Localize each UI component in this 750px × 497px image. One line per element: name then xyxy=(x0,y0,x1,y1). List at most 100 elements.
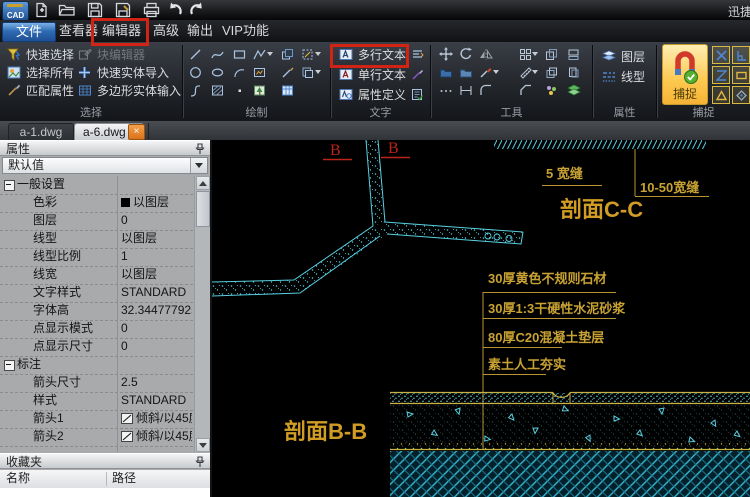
single-text-button[interactable]: 单行文本 xyxy=(337,66,406,83)
attribute-define-button[interactable]: 属性定义 xyxy=(337,86,406,103)
undo-icon[interactable] xyxy=(164,1,186,19)
dropdown-caret[interactable] xyxy=(532,52,538,56)
snap-perpendicular-icon[interactable] xyxy=(732,46,750,64)
block-editor-button[interactable]: 块编辑器 xyxy=(76,46,145,63)
property-scrollbar[interactable] xyxy=(194,176,210,452)
property-row[interactable]: 图层0 xyxy=(0,212,193,231)
layers-green-icon[interactable] xyxy=(565,82,582,98)
property-row[interactable]: 箭头1倾斜/以45度角 xyxy=(0,410,193,429)
snap-endpoint-icon[interactable] xyxy=(712,86,730,104)
image-insert-icon[interactable] xyxy=(251,82,268,98)
paste-block-icon[interactable] xyxy=(299,64,316,80)
point-marks-icon[interactable] xyxy=(437,82,454,98)
column-path[interactable]: 路径 xyxy=(112,470,136,487)
spell-check-icon[interactable] xyxy=(409,86,426,102)
text-align-icon[interactable] xyxy=(409,46,426,62)
hatch-tool-icon[interactable] xyxy=(209,82,226,98)
point-tool-icon[interactable] xyxy=(231,82,248,98)
tab-close-icon[interactable]: × xyxy=(128,124,145,140)
dropdown-caret[interactable] xyxy=(532,70,538,74)
circle-tool-icon[interactable] xyxy=(187,64,204,80)
block-insert-icon[interactable] xyxy=(279,46,296,62)
snap-node-icon[interactable] xyxy=(732,86,750,104)
layer-button[interactable]: 图层 xyxy=(600,48,645,65)
select-all-button[interactable]: 选择所有 xyxy=(5,64,74,81)
quick-select-button[interactable]: 快速选择 xyxy=(5,46,74,63)
drawing-canvas[interactable]: B B 5 宽缝 xyxy=(212,140,750,497)
scrollbar-thumb[interactable] xyxy=(196,191,210,227)
match-properties-button[interactable]: 匹配属性 xyxy=(5,82,74,99)
curve-tool-icon[interactable] xyxy=(187,82,204,98)
favorites-list-empty[interactable] xyxy=(0,488,210,497)
tab-a1dwg[interactable]: a-1.dwg xyxy=(8,123,74,141)
snap-intersection-icon[interactable] xyxy=(712,46,730,64)
copy-stack-icon[interactable] xyxy=(543,46,560,62)
snap-nearest-icon[interactable] xyxy=(712,66,730,84)
menu-output[interactable]: 输出 xyxy=(183,22,217,40)
dropdown-caret[interactable] xyxy=(315,70,321,74)
fillet-icon[interactable] xyxy=(477,82,494,98)
menu-advanced[interactable]: 高级 xyxy=(149,22,183,40)
pencil-line-icon[interactable] xyxy=(279,64,296,80)
property-row[interactable]: 线型以图层 xyxy=(0,230,193,249)
chevron-down-icon[interactable] xyxy=(190,158,207,173)
favorites-panel-header[interactable]: 收藏夹 xyxy=(0,453,210,469)
property-row[interactable]: 线型比例1 xyxy=(0,248,193,267)
redo-icon[interactable] xyxy=(186,1,208,19)
property-group-row[interactable]: 标注 xyxy=(0,356,193,375)
quick-entity-import-button[interactable]: 快速实体导入 xyxy=(76,64,169,81)
layers-copy-icon[interactable] xyxy=(543,64,560,80)
collapse-toggle[interactable] xyxy=(4,180,15,191)
linetype-button[interactable]: 线型 xyxy=(600,68,645,85)
snap-toggle-button[interactable]: 捕捉 xyxy=(662,44,708,105)
rotate-tool-icon[interactable] xyxy=(457,46,474,62)
open-file-icon[interactable] xyxy=(56,1,78,19)
offset-tool-icon[interactable] xyxy=(565,46,582,62)
new-file-icon[interactable] xyxy=(30,1,52,19)
save-icon[interactable] xyxy=(84,1,106,19)
ungroup-tool-icon[interactable] xyxy=(457,64,474,80)
property-row[interactable]: 样式STANDARD xyxy=(0,392,193,411)
ellipse-tool-icon[interactable] xyxy=(209,64,226,80)
property-group-row[interactable]: 一般设置 xyxy=(0,176,193,195)
menu-vip[interactable]: VIP功能 xyxy=(218,22,273,40)
dropdown-caret[interactable] xyxy=(267,52,273,56)
spline-tool-icon[interactable] xyxy=(209,46,226,62)
save-as-icon[interactable] xyxy=(112,1,134,19)
dimension-icon[interactable] xyxy=(457,82,474,98)
mirror-tool-icon[interactable] xyxy=(477,46,494,62)
collapse-toggle[interactable] xyxy=(4,360,15,371)
chamfer-icon[interactable] xyxy=(517,82,534,98)
eyedropper-icon[interactable] xyxy=(477,64,494,80)
line-tool-icon[interactable] xyxy=(187,46,204,62)
duplicate-icon[interactable] xyxy=(565,64,582,80)
property-row[interactable]: 色彩以图层 xyxy=(0,194,193,213)
move-tool-icon[interactable] xyxy=(437,46,454,62)
print-icon[interactable] xyxy=(140,1,162,19)
menu-file[interactable]: 文件 xyxy=(2,22,56,42)
property-row[interactable]: 线宽以图层 xyxy=(0,266,193,285)
group-tool-icon[interactable] xyxy=(437,64,454,80)
column-divider[interactable] xyxy=(106,472,107,486)
scroll-down-icon[interactable] xyxy=(196,438,210,452)
property-row[interactable]: 点显示模式0 xyxy=(0,320,193,339)
scroll-up-icon[interactable] xyxy=(196,176,210,190)
table-tool-icon[interactable] xyxy=(279,82,296,98)
property-row[interactable]: 点显示尺寸0 xyxy=(0,338,193,357)
dropdown-caret[interactable] xyxy=(315,52,321,56)
text-style-icon[interactable] xyxy=(409,66,426,82)
property-row[interactable]: 文字样式STANDARD xyxy=(0,284,193,303)
revision-box-icon[interactable] xyxy=(251,64,268,80)
spray-icon[interactable] xyxy=(543,82,560,98)
snap-midpoint-icon[interactable] xyxy=(732,66,750,84)
dropdown-caret[interactable] xyxy=(493,70,499,74)
app-logo[interactable]: CAD xyxy=(2,1,29,21)
arc-tool-icon[interactable] xyxy=(231,64,248,80)
column-name[interactable]: 名称 xyxy=(6,470,30,487)
polyline-tool-icon[interactable] xyxy=(251,46,268,62)
property-row[interactable]: 箭头2倾斜/以45度角 xyxy=(0,428,193,447)
property-row[interactable]: 字体高32.344777925 xyxy=(0,302,193,321)
polygon-entity-input-button[interactable]: 多边形实体输入 xyxy=(76,82,181,99)
preset-dropdown[interactable]: 默认值 xyxy=(2,157,208,174)
properties-panel-header[interactable]: 属性 xyxy=(0,140,210,156)
